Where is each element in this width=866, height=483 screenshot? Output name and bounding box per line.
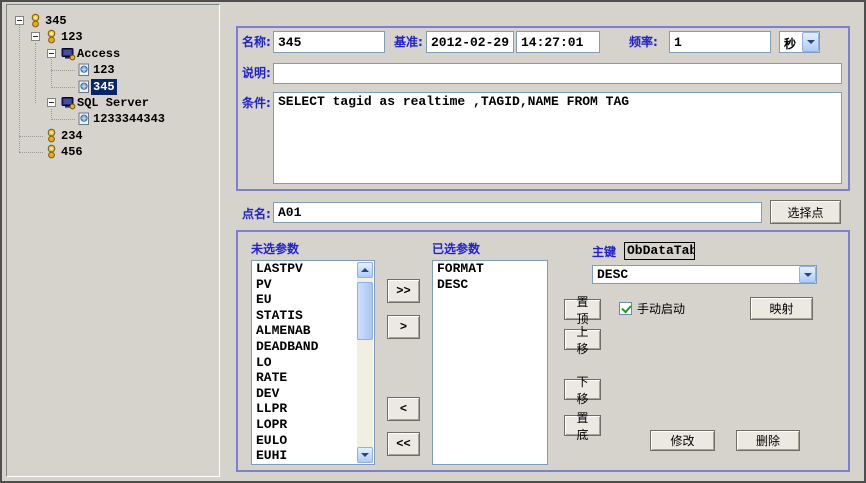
point-name-input[interactable] [273, 202, 762, 223]
delete-button[interactable]: 删除 [736, 430, 800, 451]
move-right-button[interactable]: > [387, 315, 420, 339]
condition-label: 条件: [242, 96, 271, 110]
database-icon [61, 95, 75, 110]
expand-collapse-icon[interactable] [15, 16, 24, 25]
tree-connector [19, 136, 43, 137]
frequency-unit-select[interactable]: 秒 [779, 31, 820, 53]
list-item[interactable]: RATE [252, 370, 357, 386]
tree-panel: 345123Access123345SQL Server123334434323… [6, 4, 220, 477]
expand-collapse-icon[interactable] [47, 98, 56, 107]
tree-item-label[interactable]: 345 [91, 79, 117, 95]
expand-collapse-icon[interactable] [47, 49, 56, 58]
unselected-params-label: 未选参数 [251, 242, 299, 256]
frequency-label: 频率: [629, 35, 658, 49]
key-icon [45, 144, 59, 159]
scroll-down-icon[interactable] [357, 447, 373, 463]
key-icon [45, 29, 59, 44]
list-item[interactable]: DESC [433, 277, 547, 293]
list-item[interactable]: EUHI [252, 448, 357, 464]
key-icon [45, 128, 59, 143]
name-input[interactable] [273, 31, 385, 53]
tree-connector [51, 119, 75, 120]
tree-item-label[interactable]: 123 [59, 29, 85, 45]
select-point-button[interactable]: 选择点 [770, 200, 841, 224]
tree-item-sql-server[interactable]: SQL Server [7, 95, 219, 111]
tree-item-label[interactable]: 456 [59, 144, 85, 160]
scrollbar-thumb[interactable] [357, 282, 373, 340]
tree-item-label[interactable]: 345 [43, 13, 69, 29]
app-window: 345123Access123345SQL Server123334434323… [0, 0, 866, 483]
move-top-button[interactable]: 置顶 [564, 299, 601, 320]
tree-connector [51, 87, 75, 88]
list-item[interactable]: LO [252, 355, 357, 371]
condition-textarea[interactable]: SELECT tagid as realtime ,TAGID,NAME FRO… [273, 92, 842, 184]
move-left-button[interactable]: < [387, 397, 420, 421]
frequency-unit-value: 秒 [784, 35, 796, 52]
base-time-input[interactable] [516, 31, 600, 53]
tree-item-123[interactable]: 123 [7, 62, 219, 78]
tree-item-456[interactable]: 456 [7, 144, 219, 160]
move-up-button[interactable]: 上移 [564, 329, 601, 350]
key-icon [29, 13, 43, 28]
unselected-list-scrollbar[interactable] [357, 262, 373, 463]
scroll-up-icon[interactable] [357, 262, 373, 278]
move-down-button[interactable]: 下移 [564, 379, 601, 400]
field-select[interactable]: DESC [592, 265, 817, 284]
tree-connector [51, 70, 75, 71]
tree-item-label[interactable]: SQL Server [75, 95, 151, 111]
primary-key-label: 主键 [592, 245, 616, 259]
list-item[interactable]: EULO [252, 433, 357, 449]
map-button[interactable]: 映射 [750, 297, 813, 320]
tree-item-access[interactable]: Access [7, 46, 219, 62]
chevron-down-icon[interactable] [802, 32, 819, 52]
base-date-input[interactable] [426, 31, 514, 53]
modify-button[interactable]: 修改 [650, 430, 715, 451]
description-input[interactable] [273, 63, 842, 84]
list-item[interactable]: LLPR [252, 401, 357, 417]
page-icon [77, 79, 91, 94]
tree-item-label[interactable]: 1233344343 [91, 111, 167, 127]
point-name-label: 点名: [242, 207, 271, 221]
frequency-input[interactable] [669, 31, 771, 53]
manual-start-label: 手动启动 [637, 302, 685, 316]
manual-start-checkbox[interactable] [619, 302, 632, 315]
list-item[interactable]: STATIS [252, 308, 357, 324]
tree-item-label[interactable]: Access [75, 46, 122, 62]
unselected-params-list[interactable]: LASTPVPVEUSTATISALMENABDEADBANDLORATEDEV… [251, 260, 375, 465]
move-bottom-button[interactable]: 置底 [564, 415, 601, 436]
list-item[interactable]: EU [252, 292, 357, 308]
tree-item-234[interactable]: 234 [7, 128, 219, 144]
list-item[interactable]: LASTPV [252, 261, 357, 277]
database-icon [61, 46, 75, 61]
tree-item-1233344343[interactable]: 1233344343 [7, 111, 219, 127]
tree-item-345[interactable]: 345 [7, 79, 219, 95]
tree-connector [19, 152, 43, 153]
list-item[interactable]: DEADBAND [252, 339, 357, 355]
selected-params-label: 已选参数 [432, 242, 480, 256]
tree-item-345[interactable]: 345 [7, 13, 219, 29]
move-all-right-button[interactable]: >> [387, 279, 420, 303]
selected-params-list[interactable]: FORMATDESC [432, 260, 548, 465]
expand-collapse-icon[interactable] [31, 32, 40, 41]
tree-item-label[interactable]: 234 [59, 128, 85, 144]
list-item[interactable]: DEV [252, 386, 357, 402]
tree-item-123[interactable]: 123 [7, 29, 219, 45]
list-item[interactable]: ALMENAB [252, 323, 357, 339]
chevron-down-icon[interactable] [799, 266, 816, 283]
list-item[interactable]: FORMAT [433, 261, 547, 277]
base-label: 基准: [394, 35, 423, 49]
move-all-left-button[interactable]: << [387, 432, 420, 456]
page-icon [77, 111, 91, 126]
primary-key-value: ObDataTab [624, 242, 695, 260]
page-icon [77, 62, 91, 77]
tree-item-label[interactable]: 123 [91, 62, 117, 78]
description-label: 说明: [242, 66, 271, 80]
name-label: 名称: [242, 35, 271, 49]
list-item[interactable]: PV [252, 277, 357, 293]
list-item[interactable]: LOPR [252, 417, 357, 433]
field-select-value: DESC [597, 267, 628, 282]
